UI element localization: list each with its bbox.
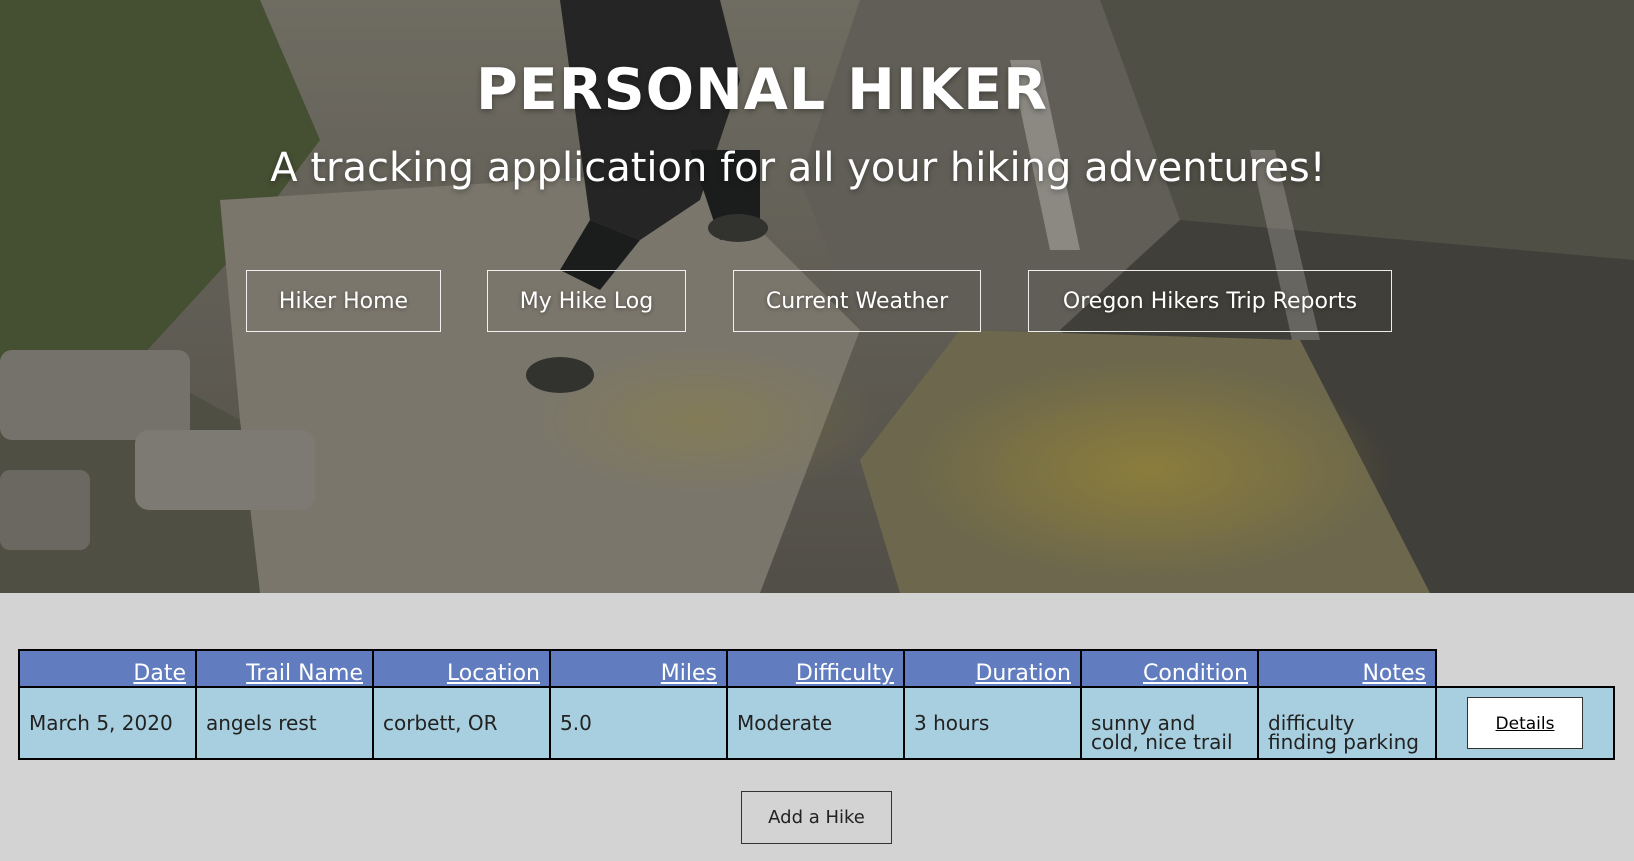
cell-location: corbett, OR — [372, 686, 551, 760]
cell-date: March 5, 2020 — [18, 686, 197, 760]
cell-actions: Details — [1435, 686, 1615, 760]
nav-oregon-hikers-trip-reports[interactable]: Oregon Hikers Trip Reports — [1028, 270, 1392, 332]
column-header-difficulty[interactable]: Difficulty — [726, 649, 905, 688]
column-header-notes[interactable]: Notes — [1257, 649, 1437, 688]
table-header-row: Date Trail Name Location Miles Difficult… — [18, 649, 1614, 688]
cell-difficulty: Moderate — [726, 686, 905, 760]
cell-trail-name: angels rest — [195, 686, 374, 760]
cell-duration: 3 hours — [903, 686, 1082, 760]
hero-banner: PERSONAL HIKER A tracking application fo… — [0, 0, 1634, 593]
column-header-trail-name[interactable]: Trail Name — [195, 649, 374, 688]
nav-current-weather[interactable]: Current Weather — [733, 270, 981, 332]
cell-condition: sunny and cold, nice trail — [1080, 686, 1259, 760]
page-title: PERSONAL HIKER — [475, 57, 1048, 123]
nav-hiker-home[interactable]: Hiker Home — [246, 270, 441, 332]
column-header-date[interactable]: Date — [18, 649, 197, 688]
column-header-location[interactable]: Location — [372, 649, 551, 688]
column-header-condition[interactable]: Condition — [1080, 649, 1259, 688]
column-header-actions — [1436, 650, 1614, 687]
table-row: March 5, 2020 angels rest corbett, OR 5.… — [18, 686, 1615, 760]
cell-miles: 5.0 — [549, 686, 728, 760]
details-button[interactable]: Details — [1467, 697, 1583, 749]
page-subtitle: A tracking application for all your hiki… — [270, 145, 1326, 191]
nav-my-hike-log[interactable]: My Hike Log — [487, 270, 686, 332]
cell-notes: difficulty finding parking — [1257, 686, 1437, 760]
column-header-miles[interactable]: Miles — [549, 649, 728, 688]
hike-log-table: Date Trail Name Location Miles Difficult… — [18, 649, 1615, 760]
add-hike-button[interactable]: Add a Hike — [741, 791, 892, 844]
column-header-duration[interactable]: Duration — [903, 649, 1082, 688]
